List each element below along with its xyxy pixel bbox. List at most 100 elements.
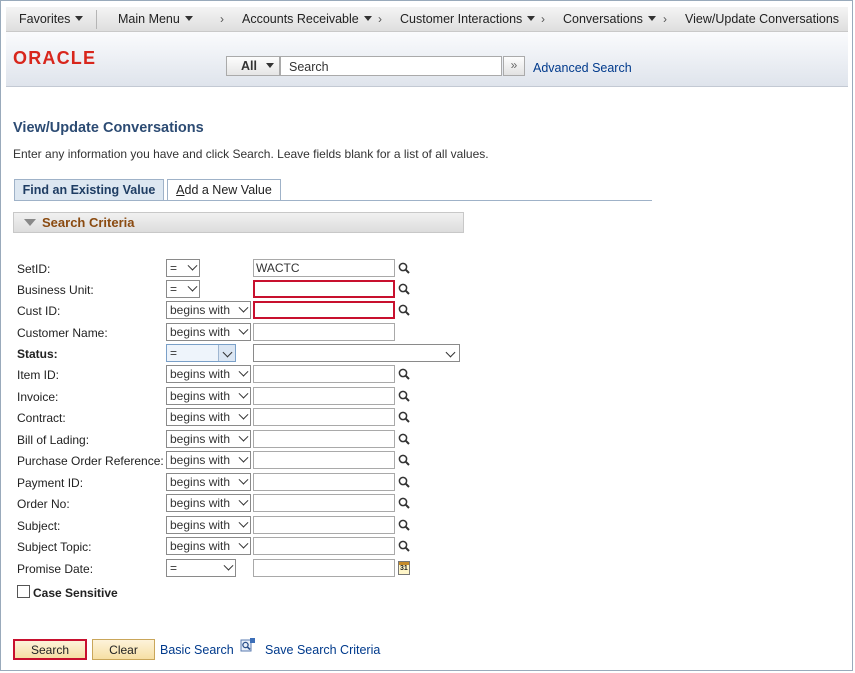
- lookup-magnifier-icon[interactable]: [398, 540, 410, 552]
- field-label: Promise Date:: [17, 562, 94, 576]
- search-input[interactable]: Search: [280, 56, 502, 76]
- field-label: SetID:: [17, 262, 51, 276]
- cust-id-input[interactable]: [253, 301, 395, 319]
- invoice-input[interactable]: [253, 387, 395, 405]
- operator-dropdown[interactable]: begins with: [166, 323, 251, 341]
- field-label: Business Unit:: [17, 283, 94, 297]
- chevron-down-icon: [184, 16, 193, 21]
- search-go-button[interactable]: »: [503, 56, 525, 76]
- operator-dropdown[interactable]: begins with: [166, 473, 251, 491]
- field-row-item-id: Item ID: begins with: [0, 365, 855, 385]
- field-row-order-no: Order No: begins with: [0, 494, 855, 514]
- operator-value: begins with: [170, 389, 231, 403]
- lookup-magnifier-icon[interactable]: [398, 283, 410, 295]
- lookup-magnifier-icon[interactable]: [398, 433, 410, 445]
- field-label: Payment ID:: [17, 476, 84, 490]
- customer-name-input[interactable]: [253, 323, 395, 341]
- order-no-input[interactable]: [253, 494, 395, 512]
- search-button[interactable]: Search: [13, 639, 87, 660]
- lookup-magnifier-icon[interactable]: [398, 262, 410, 274]
- save-search-icon[interactable]: [240, 637, 256, 653]
- lookup-magnifier-icon[interactable]: [398, 519, 410, 531]
- operator-value: begins with: [170, 303, 231, 317]
- calendar-glyph: 31: [400, 565, 408, 572]
- operator-dropdown[interactable]: begins with: [166, 451, 251, 469]
- payment-id-input[interactable]: [253, 473, 395, 491]
- chevron-down-icon: [238, 517, 249, 528]
- operator-dropdown[interactable]: =: [166, 344, 236, 362]
- subject-input[interactable]: [253, 516, 395, 534]
- lookup-magnifier-icon[interactable]: [398, 304, 410, 316]
- operator-dropdown[interactable]: begins with: [166, 494, 251, 512]
- breadcrumb-customer-interactions[interactable]: Customer Interactions: [400, 12, 536, 26]
- operator-dropdown[interactable]: begins with: [166, 516, 251, 534]
- item-id-input[interactable]: [253, 365, 395, 383]
- field-row-cust-id: Cust ID: begins with: [0, 301, 855, 321]
- status-select[interactable]: [253, 344, 460, 362]
- top-nav-bar: Favorites Main Menu › Accounts Receivabl…: [6, 7, 848, 32]
- operator-value: begins with: [170, 475, 231, 489]
- field-label: Order No:: [17, 497, 70, 511]
- chevron-down-icon: [238, 474, 249, 485]
- breadcrumb-conversations[interactable]: Conversations: [563, 12, 656, 26]
- lookup-magnifier-icon[interactable]: [398, 411, 410, 423]
- operator-dropdown[interactable]: begins with: [166, 365, 251, 383]
- tab-divider: [14, 200, 652, 201]
- chevron-down-icon: [265, 63, 274, 68]
- lookup-magnifier-icon[interactable]: [398, 368, 410, 380]
- operator-dropdown[interactable]: =: [166, 259, 200, 277]
- purchase-order-reference-input[interactable]: [253, 451, 395, 469]
- field-row-status: Status: =: [0, 344, 855, 364]
- field-row-invoice: Invoice: begins with: [0, 387, 855, 407]
- chevron-down-icon: [187, 281, 198, 292]
- favorites-menu[interactable]: Favorites: [19, 12, 84, 26]
- operator-dropdown[interactable]: begins with: [166, 537, 251, 555]
- search-criteria-header[interactable]: Search Criteria: [13, 212, 464, 233]
- chevron-down-icon: [647, 16, 656, 21]
- chevron-down-icon: [445, 347, 456, 358]
- lookup-magnifier-icon[interactable]: [398, 390, 410, 402]
- operator-value: begins with: [170, 410, 231, 424]
- field-label: Subject Topic:: [17, 540, 92, 554]
- operator-dropdown[interactable]: begins with: [166, 408, 251, 426]
- favorites-label: Favorites: [19, 12, 71, 26]
- business-unit-input[interactable]: [253, 280, 395, 298]
- subject-topic-input[interactable]: [253, 537, 395, 555]
- breadcrumb-accounts-receivable[interactable]: Accounts Receivable: [242, 12, 372, 26]
- lookup-magnifier-icon[interactable]: [398, 454, 410, 466]
- calendar-icon[interactable]: 31: [398, 561, 410, 575]
- operator-value: =: [170, 282, 178, 296]
- field-label: Subject:: [17, 519, 61, 533]
- breadcrumb-label: Accounts Receivable: [242, 12, 359, 26]
- basic-search-link[interactable]: Basic Search: [160, 643, 234, 657]
- breadcrumb-view-update[interactable]: View/Update Conversations: [685, 12, 839, 26]
- advanced-search-link[interactable]: Advanced Search: [533, 61, 632, 75]
- search-scope-dropdown[interactable]: All: [226, 56, 280, 76]
- field-label: Purchase Order Reference:: [17, 454, 164, 468]
- operator-value: begins with: [170, 432, 231, 446]
- double-chevron-right-icon: »: [510, 58, 518, 72]
- chevron-down-icon: [238, 409, 249, 420]
- tab-add-new-value[interactable]: Add a New Value: [167, 179, 281, 200]
- lookup-magnifier-icon[interactable]: [398, 497, 410, 509]
- operator-value: begins with: [170, 453, 231, 467]
- main-menu[interactable]: Main Menu: [118, 12, 193, 26]
- field-row-purchase-order-reference: Purchase Order Reference: begins with: [0, 451, 855, 471]
- operator-dropdown[interactable]: begins with: [166, 430, 251, 448]
- clear-button[interactable]: Clear: [92, 639, 155, 660]
- save-search-criteria-link[interactable]: Save Search Criteria: [265, 643, 380, 657]
- promise-date-input[interactable]: [253, 559, 395, 577]
- field-label: Bill of Lading:: [17, 433, 90, 447]
- case-sensitive-checkbox[interactable]: [17, 585, 30, 598]
- lookup-magnifier-icon[interactable]: [398, 476, 410, 488]
- operator-dropdown[interactable]: =: [166, 280, 200, 298]
- operator-dropdown[interactable]: =: [166, 559, 236, 577]
- contract-input[interactable]: [253, 408, 395, 426]
- bill-of-lading-input[interactable]: [253, 430, 395, 448]
- setid-input[interactable]: WACTC: [253, 259, 395, 277]
- operator-dropdown[interactable]: begins with: [166, 387, 251, 405]
- field-label: Customer Name:: [17, 326, 108, 340]
- operator-value: =: [170, 346, 178, 360]
- operator-dropdown[interactable]: begins with: [166, 301, 251, 319]
- tab-find-existing-value[interactable]: Find an Existing Value: [14, 179, 164, 200]
